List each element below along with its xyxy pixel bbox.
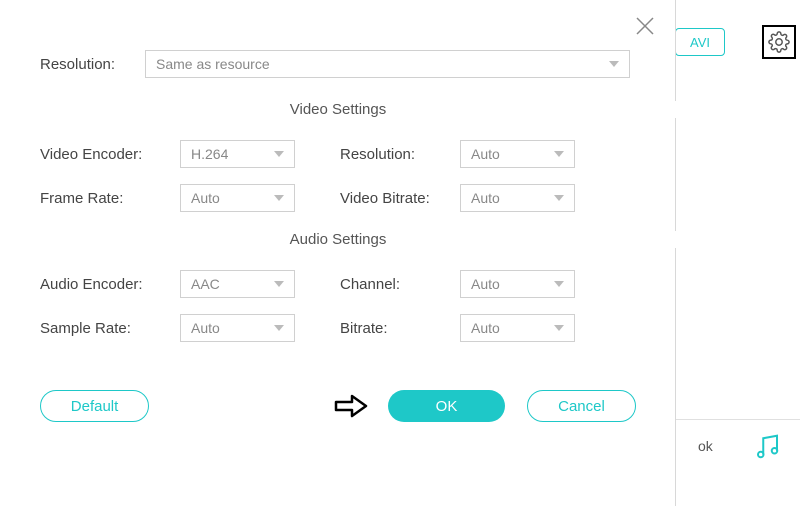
sample-rate-label: Sample Rate: bbox=[40, 320, 180, 337]
audio-bitrate-value: Auto bbox=[471, 320, 500, 336]
frame-rate-dropdown[interactable]: Auto bbox=[180, 184, 295, 212]
audio-bitrate-label: Bitrate: bbox=[340, 320, 460, 337]
chevron-down-icon bbox=[274, 151, 284, 157]
chevron-down-icon bbox=[274, 325, 284, 331]
video-encoder-value: H.264 bbox=[191, 146, 228, 162]
default-button[interactable]: Default bbox=[40, 390, 149, 422]
music-icon[interactable] bbox=[752, 432, 782, 462]
audio-encoder-dropdown[interactable]: AAC bbox=[180, 270, 295, 298]
video-resolution-dropdown[interactable]: Auto bbox=[460, 140, 575, 168]
background-divider bbox=[675, 419, 800, 420]
ok-button[interactable]: OK bbox=[388, 390, 505, 422]
sample-rate-dropdown[interactable]: Auto bbox=[180, 314, 295, 342]
resolution-label: Resolution: bbox=[40, 56, 145, 73]
top-resolution-row: Resolution: Same as resource bbox=[40, 50, 630, 78]
video-resolution-label: Resolution: bbox=[340, 146, 460, 163]
audio-encoder-value: AAC bbox=[191, 276, 220, 292]
video-resolution-value: Auto bbox=[471, 146, 500, 162]
background-text-fragment: ok bbox=[698, 438, 713, 454]
chevron-down-icon bbox=[274, 195, 284, 201]
audio-settings-title: Audio Settings bbox=[0, 231, 676, 248]
close-button[interactable] bbox=[633, 14, 657, 38]
background-strip: AVI ok bbox=[675, 0, 800, 506]
chevron-down-icon bbox=[554, 151, 564, 157]
channel-dropdown[interactable]: Auto bbox=[460, 270, 575, 298]
settings-dialog: Resolution: Same as resource Video Setti… bbox=[0, 0, 676, 506]
chevron-down-icon bbox=[554, 281, 564, 287]
arrow-right-icon bbox=[334, 394, 370, 418]
sample-rate-value: Auto bbox=[191, 320, 220, 336]
video-bitrate-value: Auto bbox=[471, 190, 500, 206]
chevron-down-icon bbox=[554, 325, 564, 331]
frame-rate-value: Auto bbox=[191, 190, 220, 206]
video-encoder-label: Video Encoder: bbox=[40, 146, 180, 163]
video-encoder-dropdown[interactable]: H.264 bbox=[180, 140, 295, 168]
chevron-down-icon bbox=[609, 61, 619, 67]
frame-rate-label: Frame Rate: bbox=[40, 190, 180, 207]
video-bitrate-label: Video Bitrate: bbox=[340, 190, 460, 207]
video-settings-grid: Video Encoder: H.264 Resolution: Auto Fr… bbox=[40, 140, 636, 212]
close-icon bbox=[633, 14, 657, 38]
avi-format-button[interactable]: AVI bbox=[675, 28, 725, 56]
chevron-down-icon bbox=[554, 195, 564, 201]
dialog-footer: Default OK Cancel bbox=[40, 390, 636, 422]
settings-gear-button[interactable] bbox=[762, 25, 796, 59]
channel-label: Channel: bbox=[340, 276, 460, 293]
audio-encoder-label: Audio Encoder: bbox=[40, 276, 180, 293]
cancel-button[interactable]: Cancel bbox=[527, 390, 636, 422]
audio-bitrate-dropdown[interactable]: Auto bbox=[460, 314, 575, 342]
resolution-value: Same as resource bbox=[156, 56, 270, 72]
audio-settings-grid: Audio Encoder: AAC Channel: Auto Sample … bbox=[40, 270, 636, 342]
video-bitrate-dropdown[interactable]: Auto bbox=[460, 184, 575, 212]
resolution-dropdown[interactable]: Same as resource bbox=[145, 50, 630, 78]
gear-icon bbox=[768, 31, 790, 53]
chevron-down-icon bbox=[274, 281, 284, 287]
channel-value: Auto bbox=[471, 276, 500, 292]
video-settings-title: Video Settings bbox=[0, 101, 676, 118]
